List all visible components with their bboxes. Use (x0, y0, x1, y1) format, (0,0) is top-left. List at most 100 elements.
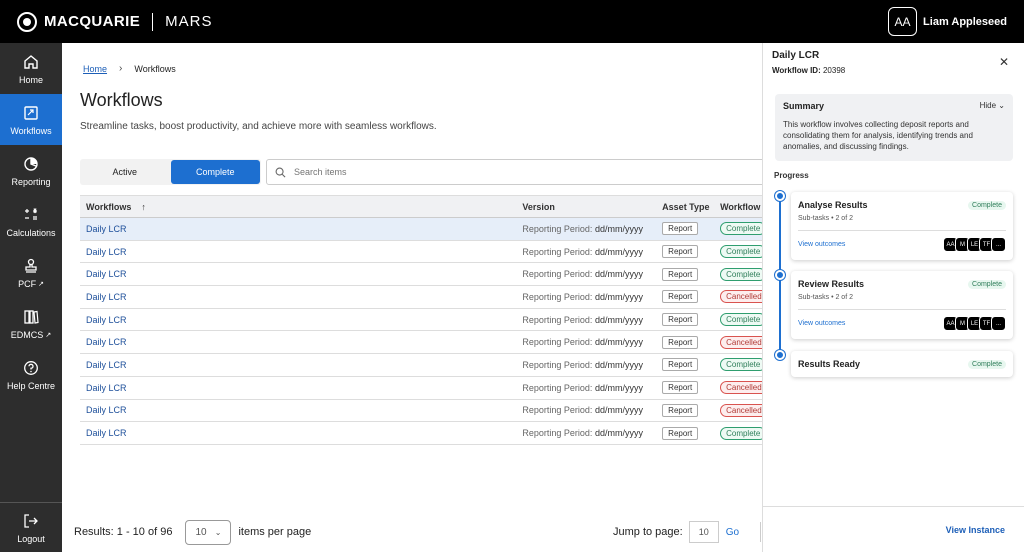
close-icon[interactable]: ✕ (999, 55, 1009, 69)
version-cell: Reporting Period: dd/mm/yyyy (522, 337, 662, 347)
asset-type-tag: Report (662, 335, 699, 349)
asset-type-tag: Report (662, 245, 699, 259)
view-outcomes-link[interactable]: View outcomes (798, 320, 845, 327)
app-name: MARS (165, 13, 213, 30)
items-per-page-select[interactable]: 10 ⌄ (185, 519, 232, 545)
panel-title: Daily LCR (772, 50, 820, 61)
column-header-label: Workflows (86, 201, 132, 212)
jump-to-page: Jump to page: 10 Go (613, 519, 739, 545)
sidebar-item-home[interactable]: Home (0, 43, 62, 94)
table-row[interactable]: Daily LCR Reporting Period: dd/mm/yyyy Rep… (80, 331, 762, 355)
column-header-workflow-status[interactable]: Workflow (720, 202, 762, 212)
user-name[interactable]: Liam Appleseed (923, 16, 1007, 28)
step-complete-icon (775, 350, 785, 360)
go-button[interactable]: Go (726, 527, 739, 538)
status-badge: Complete (968, 279, 1006, 289)
sidebar-item-help-centre[interactable]: Help Centre (0, 349, 62, 400)
search-input[interactable] (294, 167, 594, 177)
asset-type-tag: Report (662, 403, 699, 417)
sort-up-icon[interactable]: ↑ (141, 202, 146, 212)
workflow-name-cell[interactable]: Daily LCR (80, 383, 522, 393)
sidebar-item-workflows[interactable]: Workflows (0, 94, 62, 145)
view-instance-link[interactable]: View Instance (946, 525, 1005, 535)
breadcrumb-home-link[interactable]: Home (83, 64, 107, 74)
workflow-name-cell[interactable]: Daily LCR (80, 292, 522, 302)
view-outcomes-link[interactable]: View outcomes (798, 241, 845, 248)
macquarie-logo-icon (17, 11, 37, 32)
asset-type-cell: Report (662, 245, 720, 259)
status-badge: Cancelled (720, 403, 762, 417)
version-prefix: Reporting Period: (522, 337, 593, 348)
column-header-version[interactable]: Version (522, 202, 662, 212)
table-row[interactable]: Daily LCR Reporting Period: dd/mm/yyyy Rep… (80, 422, 762, 445)
workflow-name-cell[interactable]: Daily LCR (80, 247, 522, 257)
table-row[interactable]: Daily LCR Reporting Period: dd/mm/yyyy Rep… (80, 309, 762, 332)
workflow-name-cell[interactable]: Daily LCR (80, 269, 522, 279)
version-prefix: Reporting Period: (522, 291, 593, 302)
jump-page-input[interactable]: 10 (688, 521, 719, 543)
tab-active[interactable]: Active (80, 159, 170, 185)
version-prefix: Reporting Period: (522, 223, 593, 234)
tab-complete[interactable]: Complete (170, 160, 260, 184)
step-card-review-results[interactable]: Review Results Complete Sub-tasks • 2 of… (791, 271, 1013, 339)
sidebar-item-edmcs[interactable]: EDMCS ↗ (0, 298, 62, 349)
sidebar-item-reporting[interactable]: Reporting (0, 145, 62, 196)
workflow-name[interactable]: Daily LCR (86, 428, 127, 438)
step-card-results-ready[interactable]: Results Ready Complete (791, 351, 1013, 377)
step-title: Results Ready (798, 359, 861, 369)
asset-type-cell: Report (662, 313, 720, 327)
workflow-name[interactable]: Daily LCR (86, 269, 127, 279)
step-subtasks: Sub-tasks • 2 of 2 (798, 294, 853, 301)
column-header-workflows[interactable]: Workflows ↑ (80, 202, 522, 212)
sidebar-item-pcf[interactable]: PCF ↗ (0, 247, 62, 298)
workflow-name[interactable]: Daily LCR (86, 224, 127, 234)
assignee-avatars: AA M LE TF ... (943, 237, 1006, 252)
hide-label: Hide (979, 101, 997, 110)
table-row[interactable]: Daily LCR Reporting Period: dd/mm/yyyy Rep… (80, 241, 762, 264)
pie-chart-icon (23, 155, 39, 173)
table-row[interactable]: Daily LCR Reporting Period: dd/mm/yyyy Rep… (80, 263, 762, 287)
workflow-name[interactable]: Daily LCR (86, 315, 127, 325)
help-icon (23, 359, 39, 377)
asset-type-tag: Report (662, 222, 699, 236)
top-bar: MACQUARIE MARS AA Liam Appleseed (0, 0, 1024, 43)
breadcrumb: Home › Workflows (83, 63, 176, 74)
workflow-name[interactable]: Daily LCR (86, 337, 127, 347)
workflow-name[interactable]: Daily LCR (86, 247, 127, 257)
brand-divider (152, 12, 154, 31)
workflow-name-cell[interactable]: Daily LCR (80, 315, 522, 325)
table-row[interactable]: Daily LCR Reporting Period: dd/mm/yyyy Rep… (80, 286, 762, 309)
table-row[interactable]: Daily LCR Reporting Period: dd/mm/yyyy Rep… (80, 218, 762, 241)
workflow-name[interactable]: Daily LCR (86, 360, 127, 370)
avatar[interactable]: AA (888, 7, 918, 36)
status-badge: Complete (968, 200, 1006, 210)
status-tabs: Active Complete (80, 159, 261, 185)
stamp-icon (23, 257, 39, 275)
step-card-analyse-results[interactable]: Analyse Results Complete Sub-tasks • 2 o… (791, 192, 1013, 260)
table-row[interactable]: Daily LCR Reporting Period: dd/mm/yyyy Rep… (80, 400, 762, 423)
asset-type-tag: Report (662, 426, 699, 440)
sidebar-item-calculations[interactable]: Calculations (0, 196, 62, 247)
panel-footer: View Instance (763, 506, 1024, 552)
column-header-asset-type[interactable]: Asset Type (662, 202, 720, 212)
workflow-name[interactable]: Daily LCR (86, 405, 127, 415)
workflow-name-cell[interactable]: Daily LCR (80, 360, 522, 370)
version-prefix: Reporting Period: (522, 246, 593, 257)
hide-summary-toggle[interactable]: Hide ⌄ (980, 101, 1005, 111)
asset-type-cell: Report (662, 335, 720, 349)
workflow-name-cell[interactable]: Daily LCR (80, 428, 522, 438)
workflow-name[interactable]: Daily LCR (86, 383, 127, 393)
workflow-name-cell[interactable]: Daily LCR (80, 224, 522, 234)
workflow-name-cell[interactable]: Daily LCR (80, 337, 522, 347)
workflow-name-cell[interactable]: Daily LCR (80, 405, 522, 415)
logout-label: Logout (17, 533, 45, 544)
table-row[interactable]: Daily LCR Reporting Period: dd/mm/yyyy Rep… (80, 377, 762, 400)
user-menu[interactable]: AA Liam Appleseed (888, 7, 1007, 36)
more-avatars[interactable]: ... (991, 316, 1006, 331)
workflow-name[interactable]: Daily LCR (86, 292, 127, 302)
more-avatars[interactable]: ... (991, 237, 1006, 252)
chevron-right-icon: › (119, 63, 123, 74)
logout-button[interactable]: Logout (0, 502, 62, 552)
table-row[interactable]: Daily LCR Reporting Period: dd/mm/yyyy Rep… (80, 354, 762, 377)
search-box[interactable] (266, 159, 762, 185)
